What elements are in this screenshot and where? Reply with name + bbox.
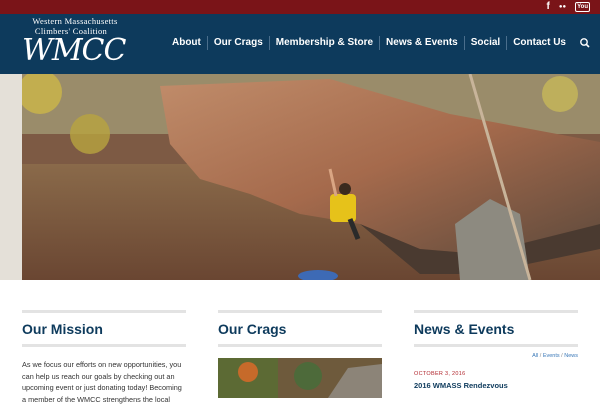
- crags-column: Our Crags: [218, 280, 382, 398]
- logo-wordmark: WMCC: [22, 33, 126, 68]
- post-title[interactable]: 2016 WMASS Rendezvous: [414, 381, 578, 390]
- post-date: OCTOBER 3, 2016: [414, 371, 466, 377]
- hero-image: [0, 74, 600, 280]
- news-filters: All / Events / News: [532, 353, 578, 359]
- site-header: Western Massachusetts Climbers' Coalitio…: [0, 14, 600, 74]
- mission-column: Our Mission As we focus our efforts on n…: [22, 280, 186, 405]
- logo-line-1: Western Massachusetts: [32, 16, 118, 26]
- youtube-icon[interactable]: You: [575, 2, 590, 12]
- nav-our-crags[interactable]: Our Crags: [206, 36, 269, 50]
- news-column: News & Events All / Events / News OCTOBE…: [414, 280, 578, 390]
- divider: [414, 310, 578, 313]
- site-logo[interactable]: Western Massachusetts Climbers' Coalitio…: [20, 16, 130, 72]
- divider: [22, 344, 186, 347]
- facebook-icon[interactable]: f: [547, 1, 550, 13]
- social-links: f ●● You: [547, 1, 590, 13]
- nav-contact-us[interactable]: Contact Us: [506, 36, 572, 50]
- news-title[interactable]: News & Events: [414, 321, 578, 337]
- main-nav: About Our Crags Membership & Store News …: [166, 36, 594, 50]
- filter-all[interactable]: All: [532, 353, 538, 359]
- divider: [218, 310, 382, 313]
- top-bar: f ●● You: [0, 0, 600, 14]
- nav-news-events[interactable]: News & Events: [379, 36, 464, 50]
- nav-social[interactable]: Social: [463, 36, 506, 50]
- divider: [22, 310, 186, 313]
- mission-title: Our Mission: [22, 321, 103, 337]
- nav-membership-store[interactable]: Membership & Store: [268, 36, 379, 50]
- nav-about[interactable]: About: [166, 36, 207, 50]
- crags-title[interactable]: Our Crags: [218, 321, 382, 337]
- search-icon[interactable]: [578, 36, 594, 50]
- flickr-icon[interactable]: ●●: [559, 1, 566, 13]
- filter-events[interactable]: Events: [543, 353, 560, 359]
- divider: [414, 344, 578, 347]
- divider: [218, 344, 382, 347]
- mission-text: As we focus our efforts on new opportuni…: [22, 360, 182, 404]
- crag-thumbnail[interactable]: [218, 358, 382, 398]
- filter-news[interactable]: News: [564, 353, 578, 359]
